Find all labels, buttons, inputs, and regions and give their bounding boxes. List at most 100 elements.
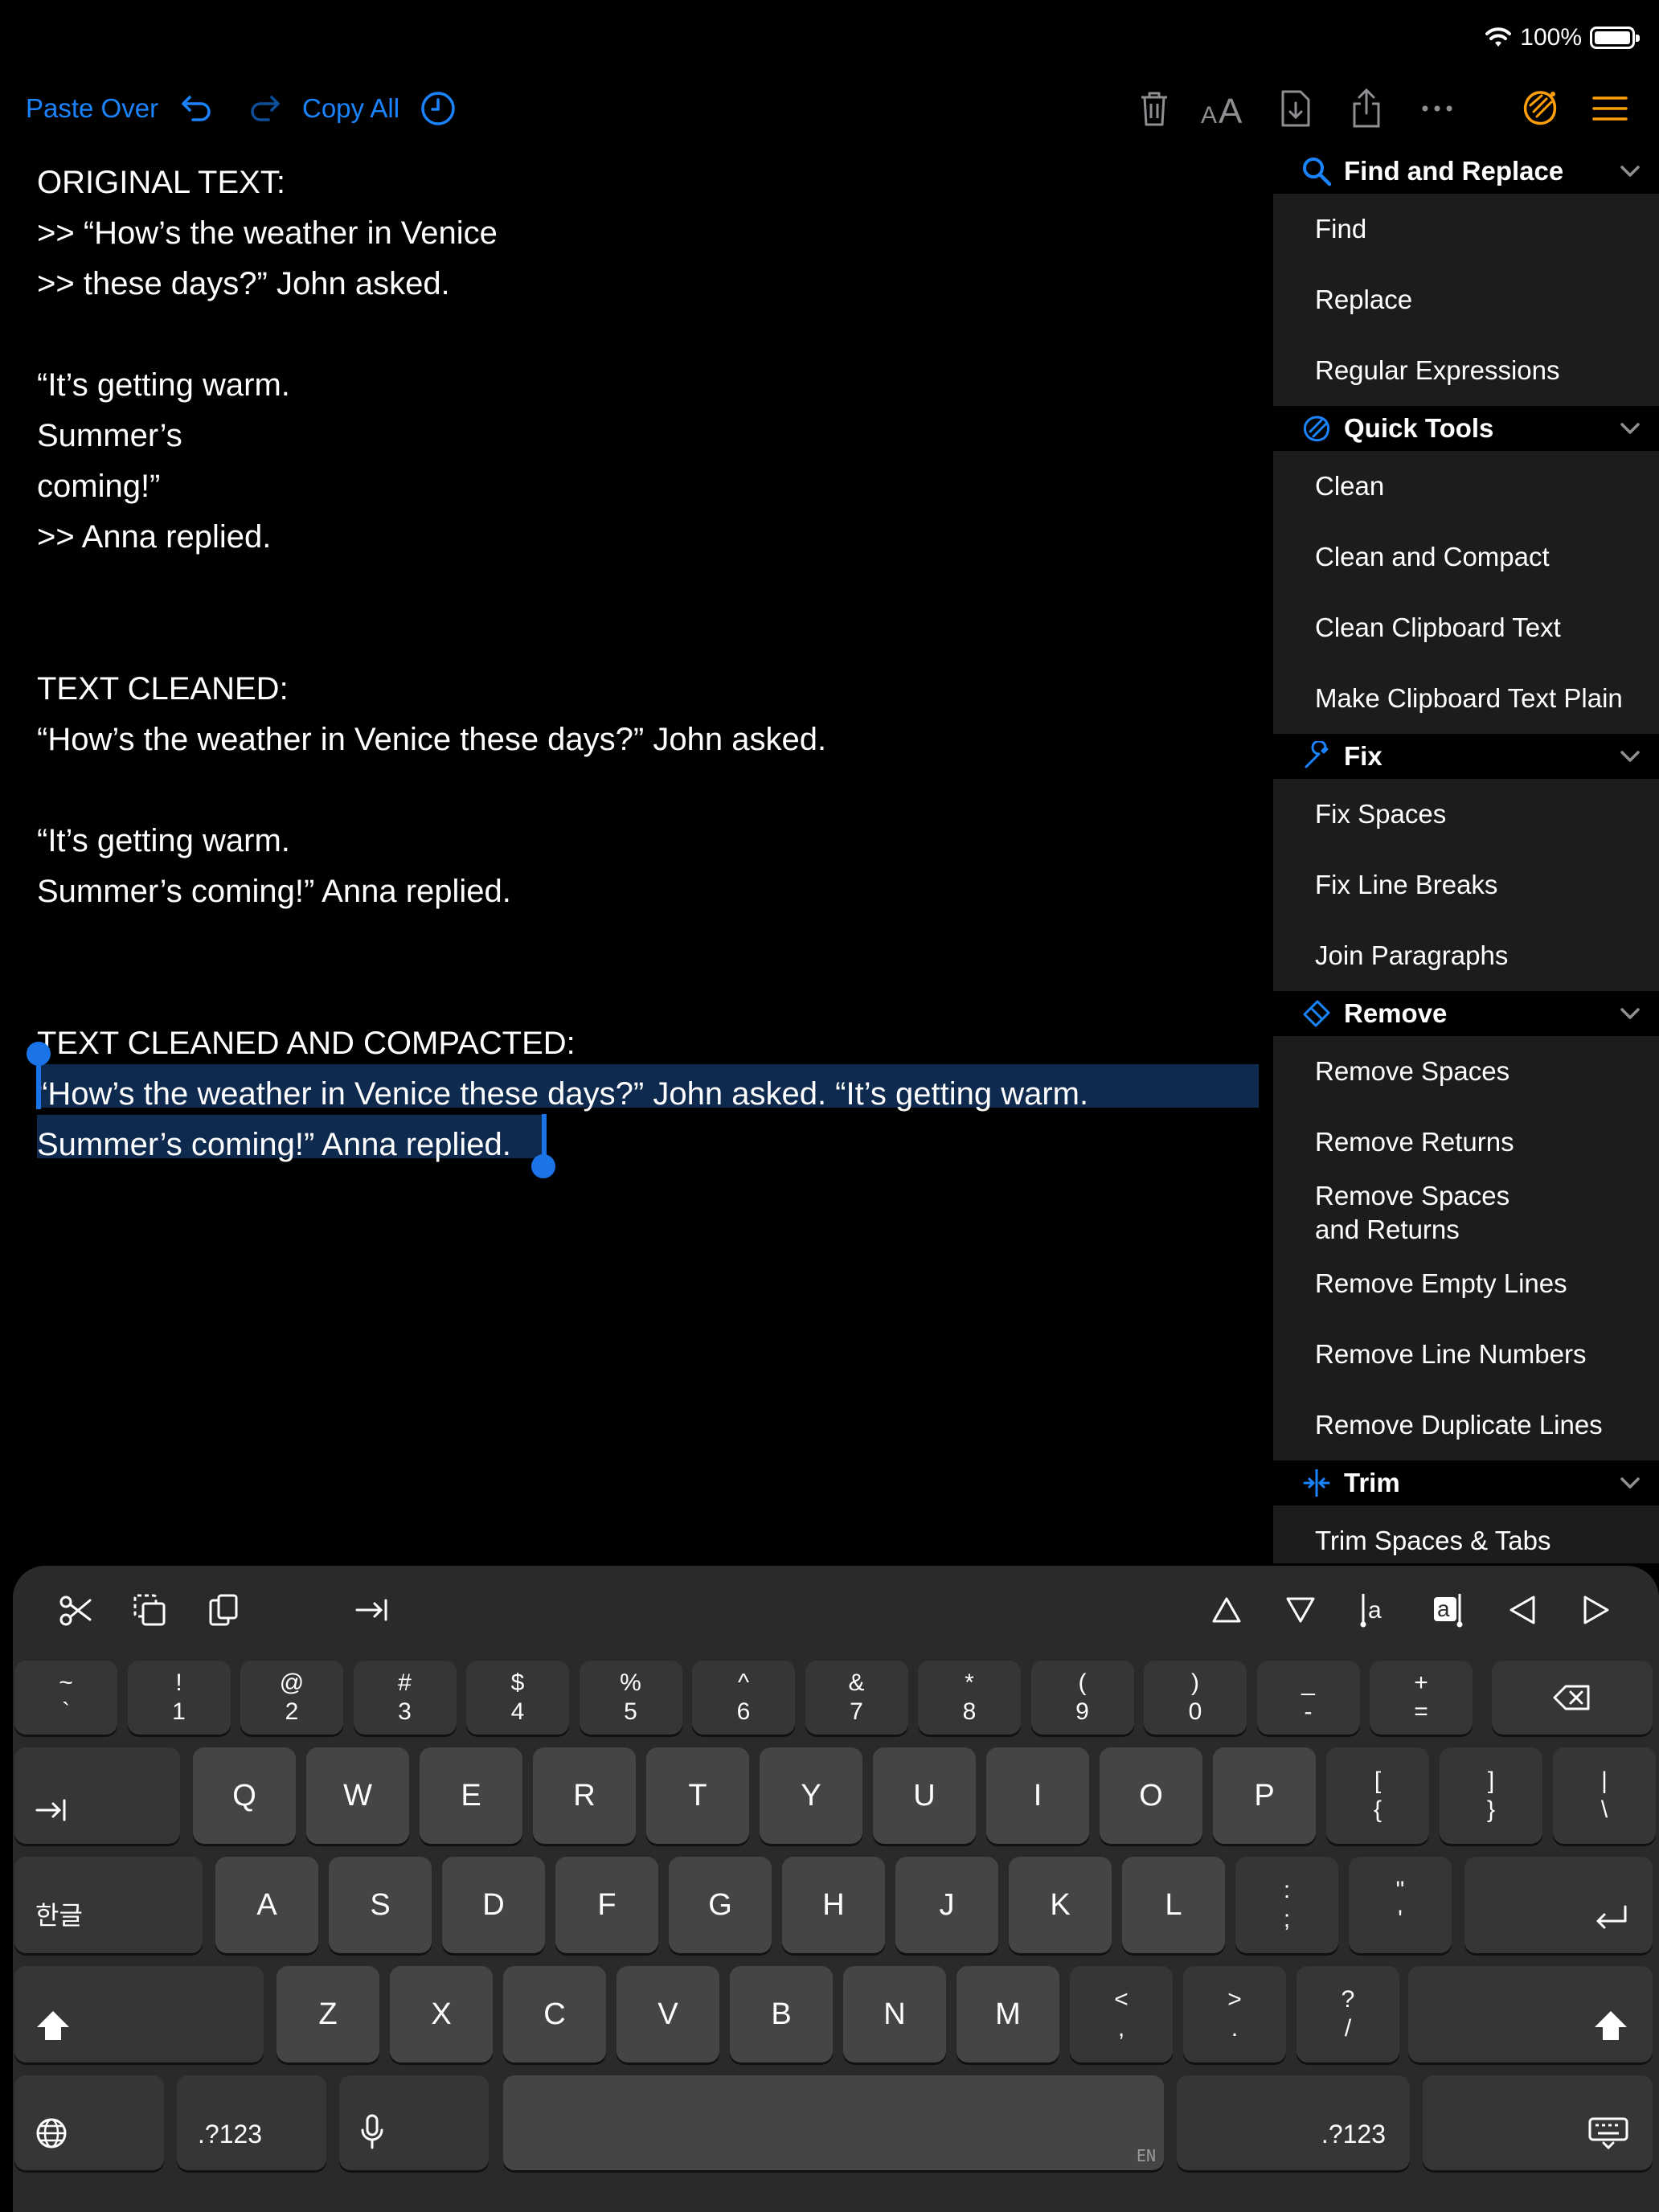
key[interactable]: + = — [1370, 1661, 1473, 1735]
tool-clean[interactable]: Clean — [1273, 451, 1659, 522]
key[interactable]: % 5 — [579, 1661, 682, 1735]
cursor-up-icon[interactable] — [1202, 1590, 1251, 1630]
dictation-key[interactable] — [339, 2075, 489, 2170]
key-b[interactable]: B — [730, 1966, 833, 2062]
key-y[interactable]: Y — [760, 1747, 862, 1844]
paste-icon[interactable] — [199, 1590, 248, 1630]
key[interactable]: >. — [1183, 1966, 1286, 2062]
key-x[interactable]: X — [390, 1966, 493, 2062]
section-fix[interactable]: Fix — [1273, 734, 1659, 779]
tool-make-clipboard-text-plain[interactable]: Make Clipboard Text Plain — [1273, 663, 1659, 734]
more-icon[interactable] — [1416, 84, 1458, 133]
key[interactable]: ? / — [1296, 1966, 1399, 2062]
tool-join-paragraphs[interactable]: Join Paragraphs — [1273, 920, 1659, 991]
history-icon[interactable] — [416, 84, 460, 133]
key-h[interactable]: H — [782, 1857, 885, 1953]
key-a[interactable]: A — [215, 1857, 318, 1953]
tool-remove-line-numbers[interactable]: Remove Line Numbers — [1273, 1319, 1659, 1390]
key[interactable]: $4 — [466, 1661, 569, 1735]
key-c[interactable]: C — [503, 1966, 606, 2062]
section-find-and-replace[interactable]: Find and Replace — [1273, 149, 1659, 194]
key-p[interactable]: P — [1213, 1747, 1316, 1844]
hide-keyboard-key[interactable] — [1423, 2075, 1653, 2170]
tool-remove-spaces-and-returns[interactable]: Remove Spaces and Returns — [1273, 1178, 1659, 1248]
copy-icon[interactable] — [125, 1590, 174, 1630]
trash-icon[interactable] — [1133, 84, 1175, 133]
share-icon[interactable] — [1346, 84, 1387, 133]
key-u[interactable]: U — [873, 1747, 976, 1844]
line-end-icon[interactable]: a — [1424, 1590, 1473, 1630]
key-m[interactable]: M — [956, 1966, 1059, 2062]
key-f[interactable]: F — [555, 1857, 658, 1953]
chevron-down-icon[interactable] — [1617, 158, 1643, 184]
tool-remove-returns[interactable]: Remove Returns — [1273, 1107, 1659, 1178]
key[interactable]: <, — [1070, 1966, 1173, 2062]
key[interactable]: ^ 6 — [692, 1661, 795, 1735]
text-editor[interactable]: ORIGINAL TEXT: >> “How’s the weather in … — [37, 158, 1259, 1170]
cursor-left-icon[interactable] — [1498, 1590, 1546, 1630]
cursor-right-icon[interactable] — [1572, 1590, 1620, 1630]
chevron-down-icon[interactable] — [1617, 1470, 1643, 1496]
chevron-down-icon[interactable] — [1617, 1001, 1643, 1026]
key[interactable]: ! 1 — [127, 1661, 231, 1735]
chevron-down-icon[interactable] — [1617, 743, 1643, 769]
key[interactable]: | \ — [1553, 1747, 1656, 1844]
tool-find[interactable]: Find — [1273, 194, 1659, 264]
section-quick-tools[interactable]: Quick Tools — [1273, 406, 1659, 451]
key[interactable]: " ' — [1349, 1857, 1452, 1953]
tool-fix-spaces[interactable]: Fix Spaces — [1273, 779, 1659, 850]
key-e[interactable]: E — [420, 1747, 522, 1844]
key[interactable]: ~ ` — [14, 1661, 117, 1735]
key[interactable]: _ - — [1256, 1661, 1360, 1735]
line-start-icon[interactable]: a — [1350, 1590, 1399, 1630]
key-q[interactable]: Q — [193, 1747, 296, 1844]
tab-icon[interactable] — [347, 1590, 395, 1630]
numbers-key-left[interactable]: .?123 — [177, 2075, 326, 2170]
language-key[interactable]: 한글 — [14, 1857, 203, 1953]
shift-left-key[interactable] — [14, 1966, 264, 2062]
key[interactable]: (9 — [1030, 1661, 1134, 1735]
cursor-down-icon[interactable] — [1276, 1590, 1325, 1630]
tool-clean-clipboard-text[interactable]: Clean Clipboard Text — [1273, 592, 1659, 663]
import-document-icon[interactable] — [1275, 84, 1317, 133]
key[interactable]: * 8 — [918, 1661, 1021, 1735]
tab-key[interactable] — [14, 1747, 180, 1844]
tool-fix-line-breaks[interactable]: Fix Line Breaks — [1273, 850, 1659, 920]
tool-trim-spaces-tabs[interactable]: Trim Spaces & Tabs — [1273, 1505, 1659, 1563]
key-j[interactable]: J — [895, 1857, 998, 1953]
tool-regular-expressions[interactable]: Regular Expressions — [1273, 335, 1659, 406]
paste-over-button[interactable]: Paste Over — [26, 84, 158, 133]
numbers-key-right[interactable]: .?123 — [1177, 2075, 1410, 2170]
key-r[interactable]: R — [533, 1747, 636, 1844]
key-n[interactable]: N — [843, 1966, 946, 2062]
redo-icon[interactable] — [244, 84, 286, 133]
section-remove[interactable]: Remove — [1273, 991, 1659, 1036]
tool-remove-duplicate-lines[interactable]: Remove Duplicate Lines — [1273, 1390, 1659, 1460]
chevron-down-icon[interactable] — [1617, 416, 1643, 441]
key[interactable]: & 7 — [805, 1661, 908, 1735]
font-size-icon[interactable]: AA — [1198, 84, 1251, 133]
selection-start-handle[interactable] — [36, 1061, 41, 1109]
key[interactable]: :; — [1235, 1857, 1338, 1953]
globe-key[interactable] — [14, 2075, 164, 2170]
key-z[interactable]: Z — [276, 1966, 379, 2062]
delete-key[interactable] — [1492, 1661, 1653, 1735]
section-trim[interactable]: Trim — [1273, 1460, 1659, 1505]
tool-replace[interactable]: Replace — [1273, 264, 1659, 335]
tool-clean-and-compact[interactable]: Clean and Compact — [1273, 522, 1659, 592]
key-o[interactable]: O — [1100, 1747, 1202, 1844]
cut-icon[interactable] — [51, 1590, 100, 1630]
key[interactable]: ) 0 — [1144, 1661, 1247, 1735]
text-cleaner-icon[interactable] — [1518, 84, 1563, 133]
key-l[interactable]: L — [1122, 1857, 1225, 1953]
tool-remove-empty-lines[interactable]: Remove Empty Lines — [1273, 1248, 1659, 1319]
key-t[interactable]: T — [646, 1747, 749, 1844]
space-bar[interactable]: EN — [503, 2075, 1164, 2170]
key-k[interactable]: K — [1009, 1857, 1112, 1953]
key-d[interactable]: D — [442, 1857, 545, 1953]
selection-end-knob[interactable] — [531, 1154, 555, 1178]
return-key[interactable] — [1464, 1857, 1653, 1953]
menu-icon[interactable] — [1590, 84, 1630, 133]
key[interactable]: [{ — [1326, 1747, 1429, 1844]
shift-right-key[interactable] — [1408, 1966, 1653, 2062]
